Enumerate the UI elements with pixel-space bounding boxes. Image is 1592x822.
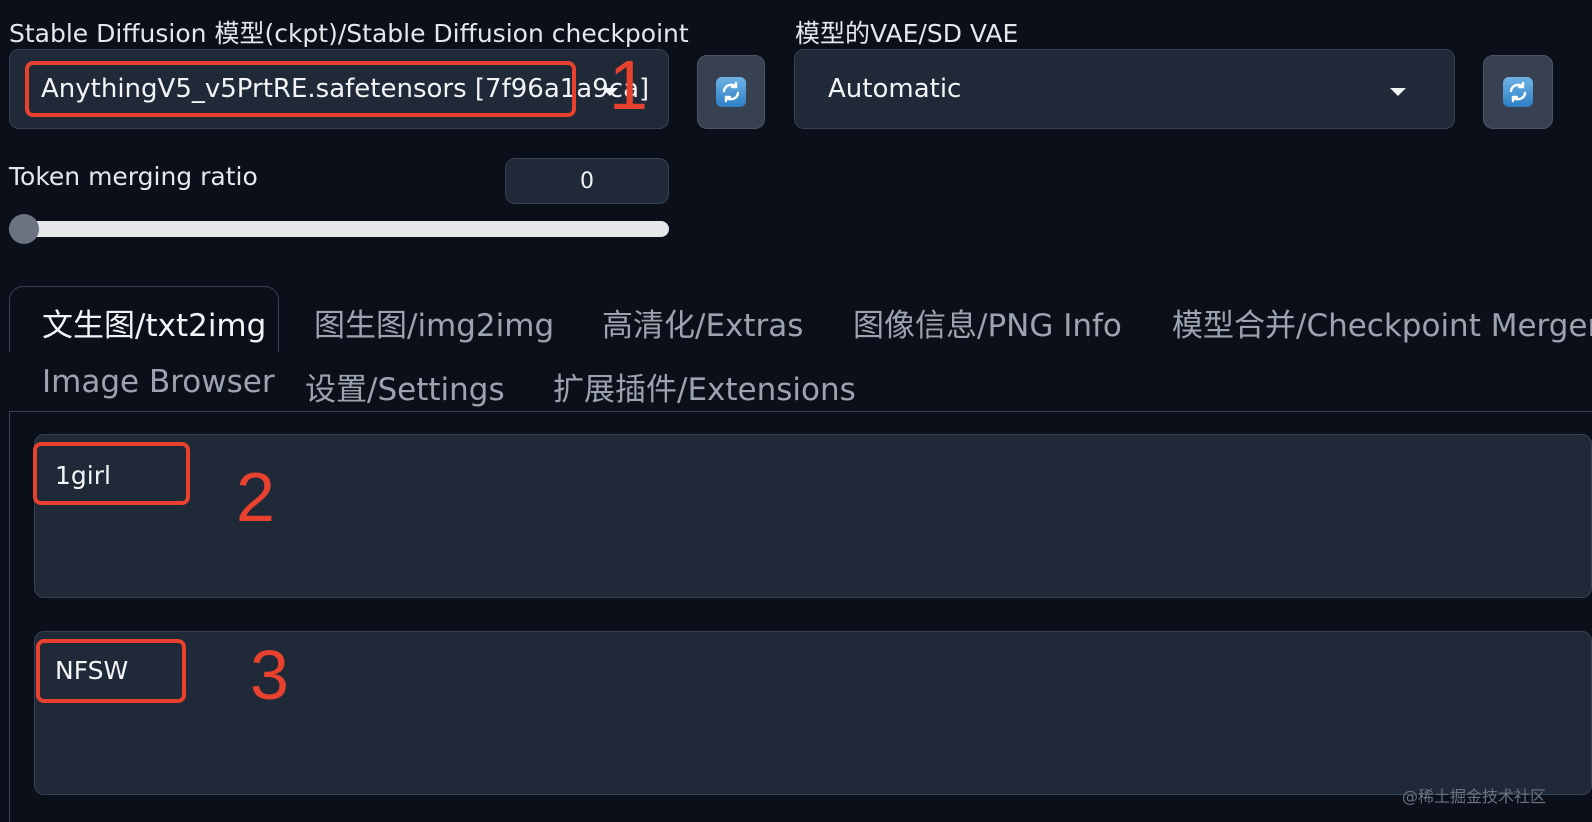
vae-value: Automatic	[828, 74, 962, 104]
vae-label: 模型的VAE/SD VAE	[795, 19, 1019, 48]
tab-extensions[interactable]: 扩展插件/Extensions	[553, 364, 856, 409]
slider-thumb[interactable]	[9, 214, 39, 244]
checkpoint-refresh-button[interactable]	[697, 55, 765, 129]
refresh-icon	[1503, 77, 1533, 107]
annotation-number-2: 2	[236, 458, 275, 536]
tab-img2img[interactable]: 图生图/img2img	[314, 300, 554, 345]
chevron-down-icon[interactable]	[1390, 88, 1406, 96]
watermark: @稀土掘金技术社区	[1402, 787, 1547, 806]
tab-settings[interactable]: 设置/Settings	[305, 364, 505, 409]
annotation-box-1	[25, 61, 576, 117]
token-merging-label: Token merging ratio	[9, 162, 258, 191]
tab-png-info[interactable]: 图像信息/PNG Info	[853, 300, 1122, 345]
annotation-number-3: 3	[250, 636, 289, 714]
tab-txt2img[interactable]: 文生图/txt2img	[42, 300, 266, 345]
annotation-box-2	[33, 442, 190, 505]
tab-extras[interactable]: 高清化/Extras	[602, 300, 803, 345]
tab-image-browser[interactable]: Image Browser	[42, 364, 275, 400]
vae-dropdown[interactable]: Automatic	[794, 49, 1455, 129]
annotation-number-1: 1	[609, 46, 648, 124]
refresh-icon	[716, 77, 746, 107]
token-merging-slider[interactable]	[9, 221, 669, 237]
annotation-box-3	[36, 639, 186, 703]
token-merging-number-input[interactable]: 0	[505, 158, 669, 204]
checkpoint-label: Stable Diffusion 模型(ckpt)/Stable Diffusi…	[9, 19, 689, 48]
tab-checkpoint-merger[interactable]: 模型合并/Checkpoint Merger	[1172, 300, 1592, 345]
vae-refresh-button[interactable]	[1483, 55, 1553, 129]
